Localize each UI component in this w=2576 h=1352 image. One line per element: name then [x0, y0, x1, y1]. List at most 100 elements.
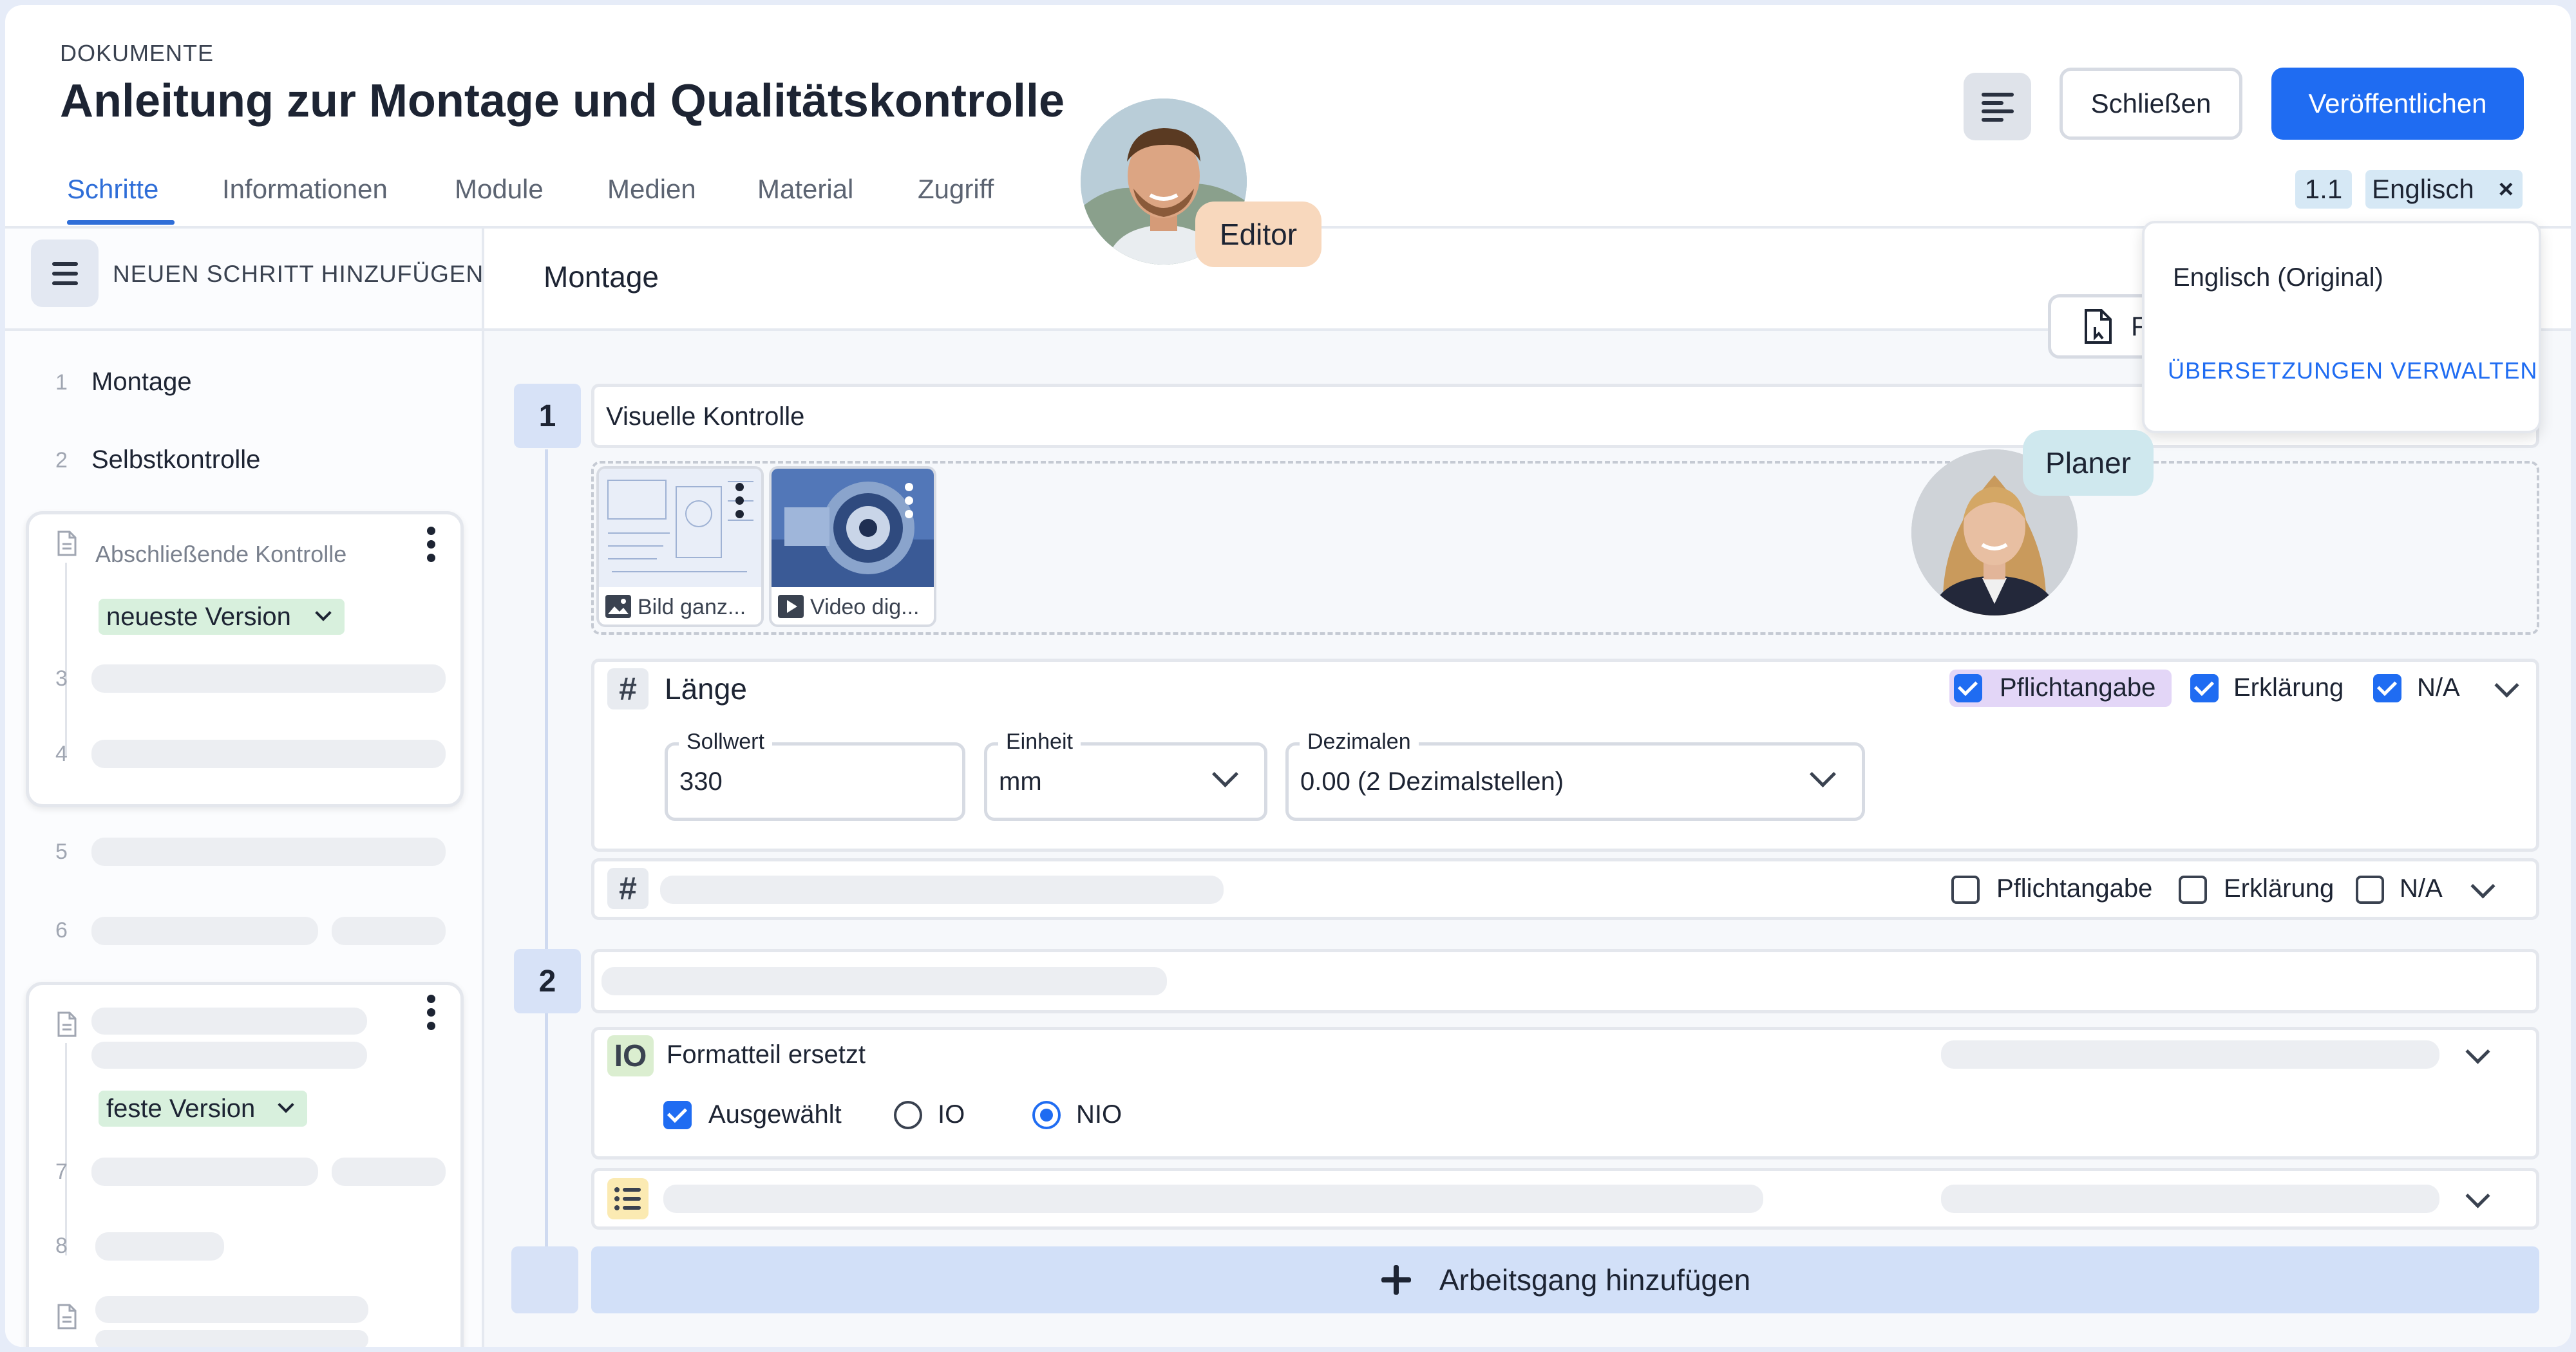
- media-thumbnail[interactable]: Bild ganz...: [596, 466, 764, 627]
- na-checkbox[interactable]: [2356, 876, 2384, 904]
- step-number: 1: [55, 370, 68, 395]
- placeholder-item: [91, 740, 446, 768]
- required-label: Pflichtangabe: [2000, 673, 2156, 702]
- more-options-icon[interactable]: [735, 483, 744, 523]
- version-chip[interactable]: 1.1: [2295, 170, 2352, 209]
- align-left-icon: [1981, 92, 2014, 122]
- add-step-button[interactable]: NEUEN SCHRITT HINZUFÜGEN: [113, 261, 484, 288]
- version-select[interactable]: feste Version: [99, 1091, 307, 1127]
- app-window: DOKUMENTE Anleitung zur Montage und Qual…: [5, 5, 2571, 1347]
- tab-module[interactable]: Module: [455, 174, 544, 205]
- chevron-down-icon: [278, 1096, 294, 1113]
- language-chip[interactable]: Englisch ×: [2365, 170, 2523, 209]
- breadcrumb[interactable]: DOKUMENTE: [60, 40, 214, 67]
- target-value-label: Sollwert: [679, 729, 772, 755]
- io-label: IO: [938, 1100, 965, 1129]
- sidebar-item-selbstkontrolle[interactable]: Selbstkontrolle: [91, 446, 260, 474]
- placeholder-item: [91, 1158, 318, 1186]
- placeholder-item: [91, 838, 446, 866]
- language-option[interactable]: Englisch (Original): [2173, 263, 2383, 292]
- tab-material[interactable]: Material: [757, 174, 853, 205]
- media-caption: Bild ganz...: [638, 595, 746, 619]
- step-number: 4: [55, 742, 68, 766]
- tree-line: [65, 563, 67, 756]
- sidebar-header-divider: [5, 328, 482, 331]
- manage-translations-link[interactable]: ÜBERSETZUNGEN VERWALTEN: [2168, 357, 2537, 384]
- section-title: Montage: [544, 260, 659, 294]
- more-options-icon[interactable]: [905, 483, 914, 523]
- explanation-checkbox[interactable]: [2179, 876, 2207, 904]
- target-value: 330: [679, 767, 723, 796]
- language-dropdown: Englisch (Original) ÜBERSETZUNGEN VERWAL…: [2142, 221, 2541, 433]
- step-number: 5: [55, 840, 68, 864]
- decimals-value: 0.00 (2 Dezimalstellen): [1300, 767, 1564, 796]
- page-title: Anleitung zur Montage und Qualitätskontr…: [60, 75, 1065, 127]
- placeholder-item: [91, 1042, 367, 1069]
- document-icon: [57, 1304, 77, 1329]
- tab-medien[interactable]: Medien: [607, 174, 696, 205]
- unit-value: mm: [999, 767, 1042, 796]
- explanation-checkbox[interactable]: [2190, 674, 2219, 702]
- placeholder-item: [332, 1158, 446, 1186]
- placeholder-item: [660, 876, 1224, 904]
- tab-zugriff[interactable]: Zugriff: [918, 174, 994, 205]
- step-number: 7: [55, 1160, 68, 1184]
- step-number-badge: 2: [514, 949, 581, 1013]
- selected-checkbox[interactable]: [663, 1101, 692, 1129]
- chevron-down-icon: [315, 605, 332, 621]
- image-icon: [605, 595, 631, 618]
- placeholder-item: [663, 1185, 1763, 1213]
- file-pdf-icon: [2085, 309, 2112, 344]
- nio-radio[interactable]: [1032, 1101, 1061, 1129]
- close-button[interactable]: Schließen: [2060, 68, 2242, 140]
- unit-label: Einheit: [998, 729, 1081, 755]
- add-step-badge: [511, 1246, 578, 1313]
- nio-label: NIO: [1076, 1100, 1122, 1129]
- na-label: N/A: [2417, 673, 2460, 702]
- more-options-icon[interactable]: [427, 527, 436, 567]
- na-label: N/A: [2400, 874, 2443, 903]
- tree-line: [65, 1043, 67, 1255]
- version-select-label: feste Version: [106, 1094, 256, 1123]
- explanation-label: Erklärung: [2233, 673, 2344, 702]
- field-title: Länge: [665, 672, 747, 706]
- sidebar-item-montage[interactable]: Montage: [91, 368, 192, 397]
- version-select[interactable]: neueste Version: [99, 599, 345, 635]
- placeholder-item: [1941, 1185, 2439, 1213]
- planer-label: Planer: [2023, 430, 2154, 496]
- decimals-label: Dezimalen: [1300, 729, 1419, 755]
- media-caption: Video dig...: [810, 595, 920, 619]
- outline-toggle-button[interactable]: [1964, 73, 2031, 140]
- required-checkbox[interactable]: [1954, 674, 1982, 702]
- more-options-icon[interactable]: [427, 995, 436, 1035]
- version-select-label: neueste Version: [106, 602, 291, 631]
- number-type-icon: #: [607, 868, 649, 909]
- add-operation-button[interactable]: Arbeitsgang hinzufügen: [591, 1246, 2539, 1313]
- placeholder-item: [95, 1296, 368, 1323]
- media-thumbnail[interactable]: Video dig...: [769, 466, 936, 627]
- io-type-icon: IO: [607, 1035, 654, 1076]
- na-checkbox[interactable]: [2373, 674, 2401, 702]
- publish-button[interactable]: Veröffentlichen: [2271, 68, 2524, 140]
- module-card-title: Abschließende Kontrolle: [95, 541, 347, 567]
- required-checkbox[interactable]: [1951, 876, 1980, 904]
- required-label: Pflichtangabe: [1996, 874, 2153, 903]
- add-step-menu-button[interactable]: [31, 239, 99, 307]
- step-timeline: [545, 449, 548, 1248]
- io-radio[interactable]: [894, 1101, 922, 1129]
- plus-icon: [1381, 1265, 1411, 1295]
- step-number: 2: [55, 448, 68, 473]
- step-number-badge: 1: [514, 384, 581, 448]
- field-title: Formatteil ersetzt: [667, 1040, 866, 1069]
- document-icon: [57, 1011, 77, 1037]
- selected-label: Ausgewählt: [708, 1100, 842, 1129]
- tab-schritte[interactable]: Schritte: [67, 174, 158, 205]
- tab-informationen[interactable]: Informationen: [222, 174, 388, 205]
- close-icon[interactable]: ×: [2499, 175, 2514, 204]
- step-number: 3: [55, 666, 68, 691]
- add-operation-label: Arbeitsgang hinzufügen: [1439, 1263, 1751, 1297]
- editor-label: Editor: [1195, 202, 1321, 267]
- placeholder-item: [95, 1232, 224, 1261]
- placeholder-item: [91, 917, 318, 945]
- placeholder-item: [91, 1008, 367, 1035]
